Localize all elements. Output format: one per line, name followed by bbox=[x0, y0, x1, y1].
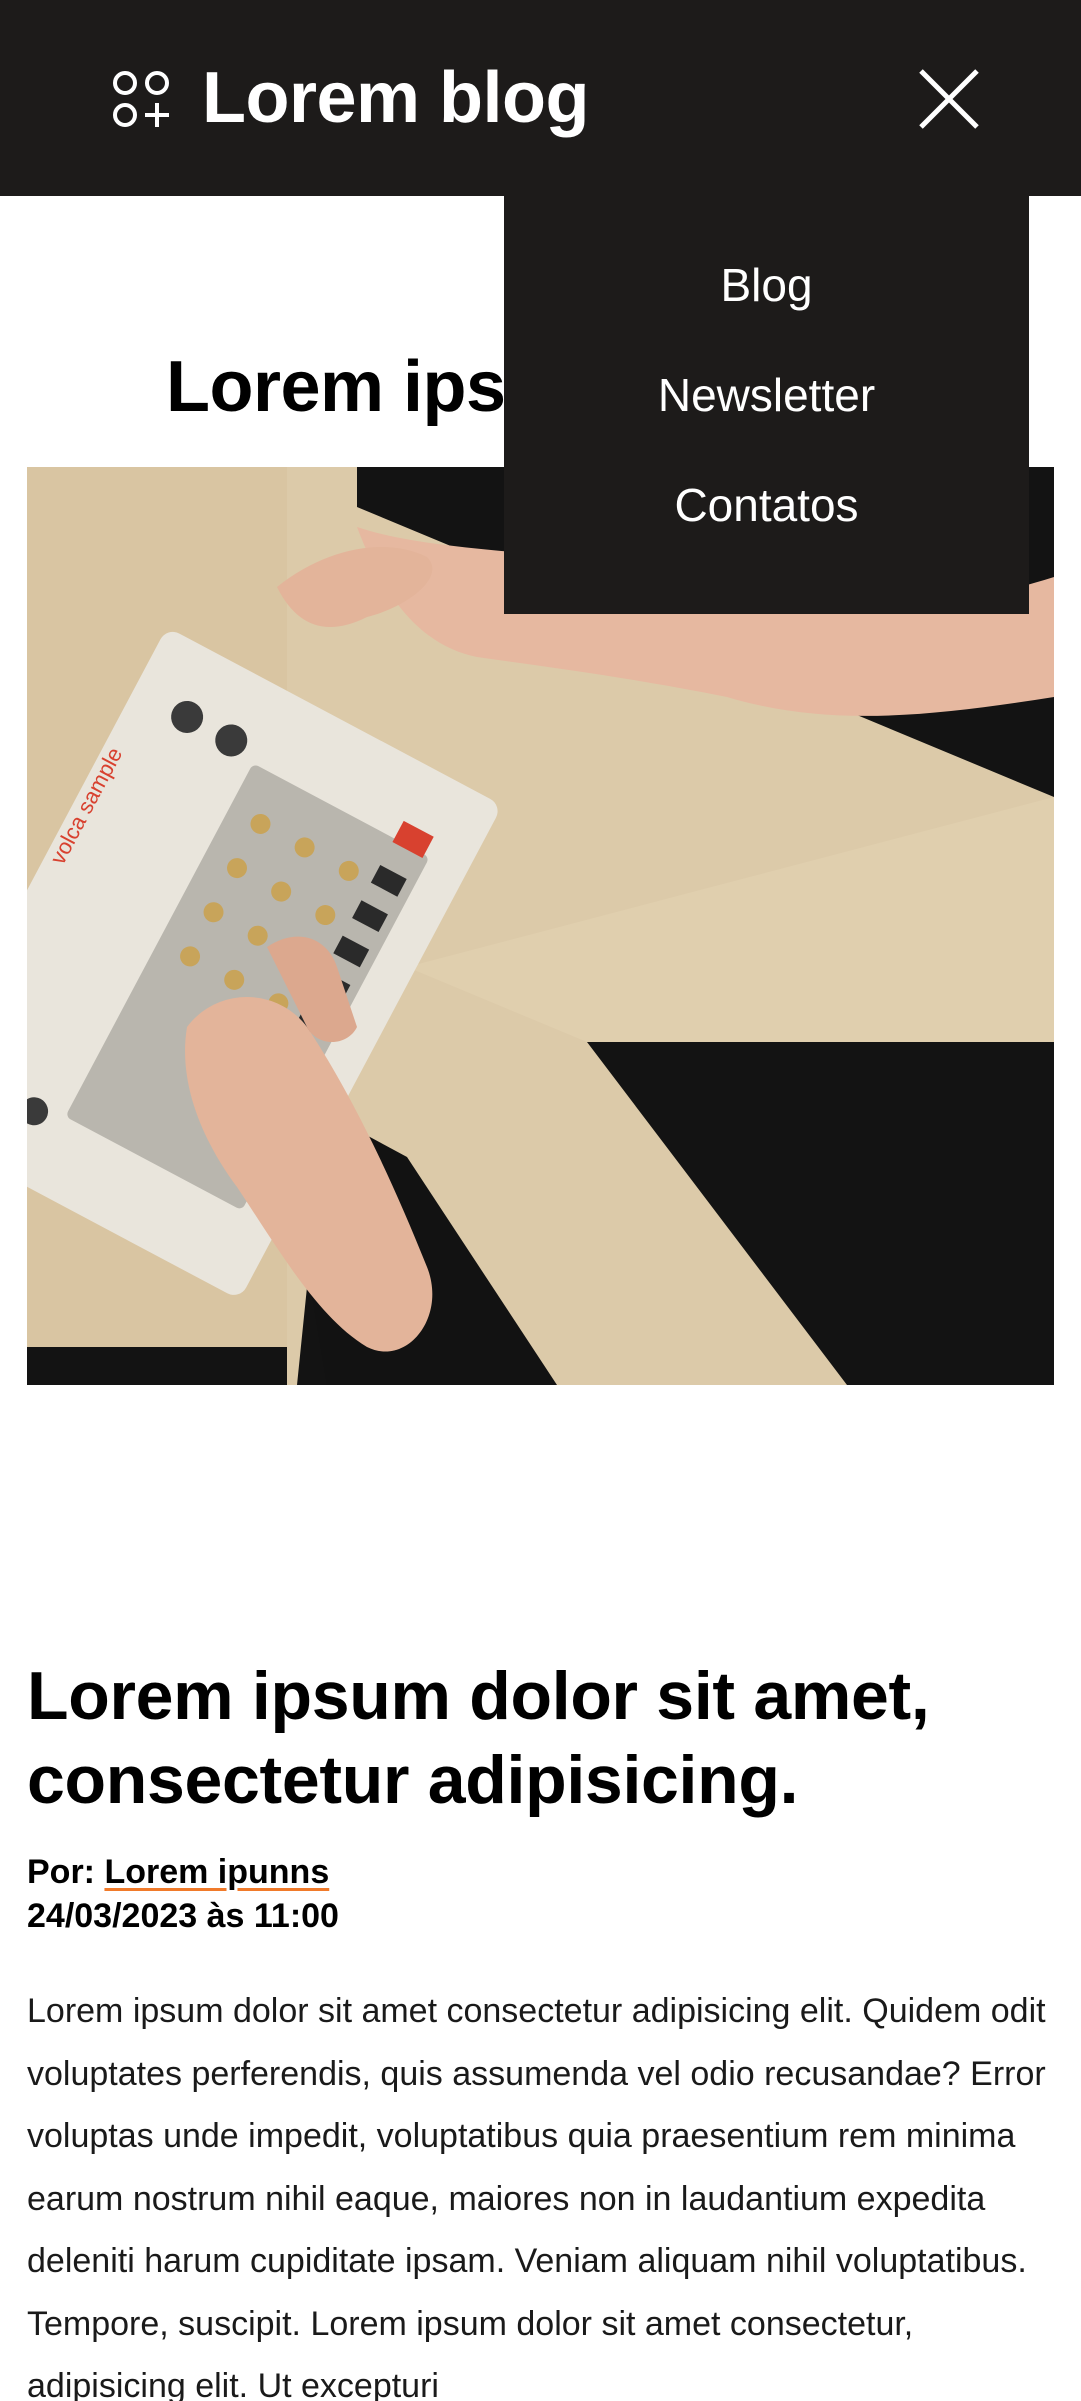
menu-item-blog[interactable]: Blog bbox=[504, 255, 1029, 315]
page: Lorem blog Lorem ipsum dolor volca sampl… bbox=[0, 0, 1081, 2401]
apps-plus-icon[interactable] bbox=[112, 70, 170, 128]
top-navbar: Lorem blog bbox=[0, 0, 1081, 196]
menu-item-newsletter[interactable]: Newsletter bbox=[504, 365, 1029, 425]
close-icon[interactable] bbox=[918, 68, 980, 130]
author-link[interactable]: Lorem ipunns bbox=[104, 1853, 329, 1891]
article-body: Lorem ipsum dolor sit amet consectetur a… bbox=[27, 1992, 1046, 2401]
publish-date: 24/03/2023 às 11:00 bbox=[27, 1897, 339, 1935]
by-label: Por: bbox=[27, 1853, 105, 1891]
menu-item-contatos[interactable]: Contatos bbox=[504, 475, 1029, 535]
nav-dropdown-menu: Blog Newsletter Contatos bbox=[504, 196, 1029, 614]
author-line: Por: Lorem ipunns bbox=[27, 1850, 927, 1894]
article-title: Lorem ipsum dolor sit amet, consectetur … bbox=[27, 1658, 930, 1818]
site-brand[interactable]: Lorem blog bbox=[202, 52, 590, 144]
article-meta: Por: Lorem ipunns 24/03/2023 às 11:00 bbox=[27, 1850, 927, 1938]
